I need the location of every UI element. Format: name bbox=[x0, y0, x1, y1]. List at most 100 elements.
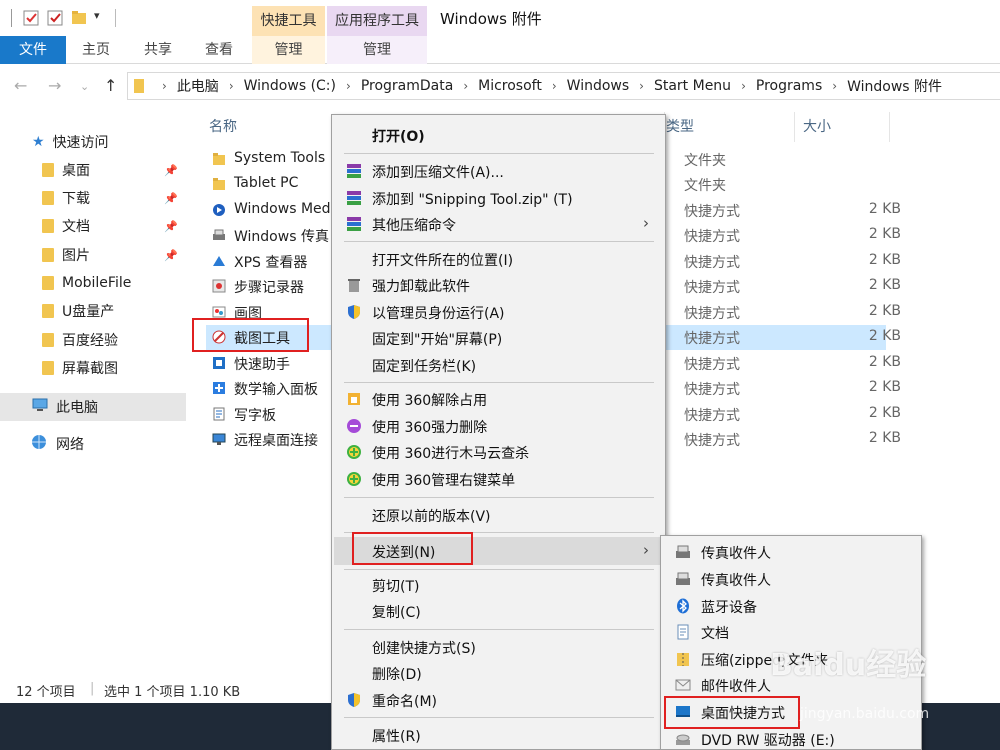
menu-item-create-shortcut[interactable]: 创建快捷方式(S) bbox=[334, 634, 663, 660]
tab-view[interactable]: 查看 bbox=[205, 36, 233, 64]
up-arrow-icon[interactable]: ↑ bbox=[104, 76, 117, 95]
breadcrumb-programs[interactable]: Programs bbox=[756, 78, 822, 94]
file-size: 2 KB bbox=[868, 277, 901, 293]
folder-icon bbox=[42, 304, 54, 318]
pin-icon[interactable]: 📌 bbox=[164, 249, 178, 262]
chevron-right-icon[interactable]: › bbox=[832, 79, 837, 93]
chevron-right-icon[interactable]: › bbox=[639, 79, 644, 93]
menu-label: 使用 360强力删除 bbox=[372, 420, 488, 436]
menu-item-pin-to-taskbar[interactable]: 固定到任务栏(K) bbox=[334, 352, 663, 378]
breadcrumb-windows[interactable]: Windows bbox=[567, 78, 630, 94]
window-title: Windows 附件 bbox=[440, 10, 542, 28]
menu-separator bbox=[344, 629, 654, 630]
nav-item-mobilefile[interactable]: MobileFile bbox=[0, 270, 186, 296]
chevron-right-icon[interactable]: › bbox=[552, 79, 557, 93]
submenu-item-fax[interactable]: 传真收件人 bbox=[663, 539, 919, 565]
menu-item-add-to-archive[interactable]: 添加到压缩文件(A)... bbox=[334, 158, 663, 184]
chevron-right-icon[interactable]: › bbox=[346, 79, 351, 93]
column-header-type[interactable]: 类型 bbox=[666, 116, 694, 136]
computer-icon bbox=[32, 398, 48, 416]
menu-item-open-file-location[interactable]: 打开文件所在的位置(I) bbox=[334, 246, 663, 272]
menu-item-360-trojan-scan[interactable]: 使用 360进行木马云查杀 bbox=[334, 439, 663, 465]
checkmark-icon[interactable] bbox=[46, 9, 64, 31]
quick-assist-icon bbox=[212, 356, 226, 370]
menu-label: 创建快捷方式(S) bbox=[372, 641, 476, 657]
file-type: 快捷方式 bbox=[684, 280, 740, 296]
address-bar[interactable]: › 此电脑 › Windows (C:) › ProgramData › Mic… bbox=[127, 72, 1000, 100]
nav-network[interactable]: 网络 bbox=[0, 431, 186, 457]
chevron-right-icon[interactable]: › bbox=[229, 79, 234, 93]
properties-icon[interactable] bbox=[22, 9, 40, 31]
menu-item-properties[interactable]: 属性(R) bbox=[334, 722, 663, 748]
file-name: XPS 查看器 bbox=[234, 255, 308, 271]
menu-item-force-uninstall[interactable]: 强力卸载此软件 bbox=[334, 272, 663, 298]
tab-file[interactable]: 文件 bbox=[0, 36, 66, 64]
nav-item-downloads[interactable]: 下载 📌 bbox=[0, 185, 186, 211]
menu-item-pin-to-start[interactable]: 固定到"开始"屏幕(P) bbox=[334, 325, 663, 351]
menu-item-run-as-admin[interactable]: 以管理员身份运行(A) bbox=[334, 299, 663, 325]
chevron-right-icon[interactable]: › bbox=[463, 79, 468, 93]
breadcrumb-windows-accessories[interactable]: Windows 附件 bbox=[847, 76, 942, 96]
menu-item-delete[interactable]: 删除(D) bbox=[334, 660, 663, 686]
menu-item-360-unlock[interactable]: 使用 360解除占用 bbox=[334, 386, 663, 412]
breadcrumb-programdata[interactable]: ProgramData bbox=[361, 78, 454, 94]
pin-icon[interactable]: 📌 bbox=[164, 164, 178, 177]
column-divider[interactable] bbox=[889, 112, 890, 142]
breadcrumb-windows-c[interactable]: Windows (C:) bbox=[244, 78, 336, 94]
tab-share[interactable]: 共享 bbox=[144, 36, 172, 64]
customize-qat-icon[interactable]: ▾ bbox=[94, 9, 100, 22]
navigation-pane: ★ 快速访问 桌面 📌 下载 📌 文档 📌 图片 📌 MobileFile U盘… bbox=[0, 108, 186, 673]
menu-item-cut[interactable]: 剪切(T) bbox=[334, 572, 663, 598]
recent-chevron-icon[interactable]: ⌄ bbox=[80, 80, 89, 93]
column-divider[interactable] bbox=[794, 112, 795, 142]
menu-item-360-force-delete[interactable]: 使用 360强力删除 bbox=[334, 413, 663, 439]
folder-icon bbox=[42, 248, 54, 262]
pin-icon[interactable]: 📌 bbox=[164, 220, 178, 233]
submenu-item-bluetooth[interactable]: 蓝牙设备 bbox=[663, 593, 919, 619]
tab-home[interactable]: 主页 bbox=[82, 36, 110, 64]
pin-icon[interactable]: 📌 bbox=[164, 192, 178, 205]
file-size: 2 KB bbox=[868, 405, 901, 421]
menu-item-restore-versions[interactable]: 还原以前的版本(V) bbox=[334, 502, 663, 528]
menu-label: 删除(D) bbox=[372, 667, 422, 683]
tab-manage-app[interactable]: 管理 bbox=[327, 36, 427, 64]
column-header-name[interactable]: 名称 bbox=[209, 116, 237, 136]
nav-quick-access[interactable]: ★ 快速访问 bbox=[0, 129, 186, 155]
column-header-size[interactable]: 大小 bbox=[803, 116, 831, 136]
file-type: 快捷方式 bbox=[684, 408, 740, 424]
menu-item-copy[interactable]: 复制(C) bbox=[334, 598, 663, 624]
breadcrumb-start-menu[interactable]: Start Menu bbox=[654, 78, 731, 94]
back-arrow-icon[interactable]: ← bbox=[14, 76, 27, 95]
forward-arrow-icon[interactable]: → bbox=[48, 76, 61, 95]
menu-item-other-compress[interactable]: 其他压缩命令 › bbox=[334, 211, 663, 237]
quick-access-divider bbox=[10, 9, 14, 31]
nav-item-screenshots[interactable]: 屏幕截图 bbox=[0, 355, 186, 381]
highlight-box-send-to bbox=[352, 532, 473, 565]
chevron-right-icon: › bbox=[643, 214, 649, 232]
submenu-item-fax-2[interactable]: 传真收件人 bbox=[663, 566, 919, 592]
menu-label: 邮件收件人 bbox=[701, 679, 771, 695]
menu-item-360-manage-menu[interactable]: 使用 360管理右键菜单 bbox=[334, 466, 663, 492]
menu-item-rename[interactable]: 重命名(M) bbox=[334, 687, 663, 713]
menu-item-open[interactable]: 打开(O) bbox=[334, 122, 663, 148]
menu-label: 其他压缩命令 bbox=[372, 218, 456, 234]
tab-manage-shortcut[interactable]: 管理 bbox=[252, 36, 325, 64]
file-name: 远程桌面连接 bbox=[234, 433, 318, 449]
menu-item-add-to-zip[interactable]: 添加到 "Snipping Tool.zip" (T) bbox=[334, 185, 663, 211]
nav-item-documents[interactable]: 文档 📌 bbox=[0, 213, 186, 239]
breadcrumb-this-pc[interactable]: 此电脑 bbox=[177, 76, 219, 96]
new-folder-icon[interactable] bbox=[70, 9, 88, 31]
uac-shield-icon bbox=[346, 304, 362, 320]
chevron-right-icon[interactable]: › bbox=[741, 79, 746, 93]
menu-label: 传真收件人 bbox=[701, 546, 771, 562]
nav-label: 桌面 bbox=[62, 163, 90, 179]
nav-item-desktop[interactable]: 桌面 📌 bbox=[0, 157, 186, 183]
menu-label: 重命名(M) bbox=[372, 694, 438, 710]
submenu-item-dvd-drive[interactable]: DVD RW 驱动器 (E:) bbox=[663, 726, 919, 750]
breadcrumb-microsoft[interactable]: Microsoft bbox=[478, 78, 542, 94]
nav-item-usb-tools[interactable]: U盘量产 bbox=[0, 298, 186, 324]
nav-item-pictures[interactable]: 图片 📌 bbox=[0, 242, 186, 268]
menu-label: 蓝牙设备 bbox=[701, 600, 757, 616]
nav-item-baidu-jingyan[interactable]: 百度经验 bbox=[0, 327, 186, 353]
nav-this-pc[interactable]: 此电脑 bbox=[0, 393, 186, 421]
